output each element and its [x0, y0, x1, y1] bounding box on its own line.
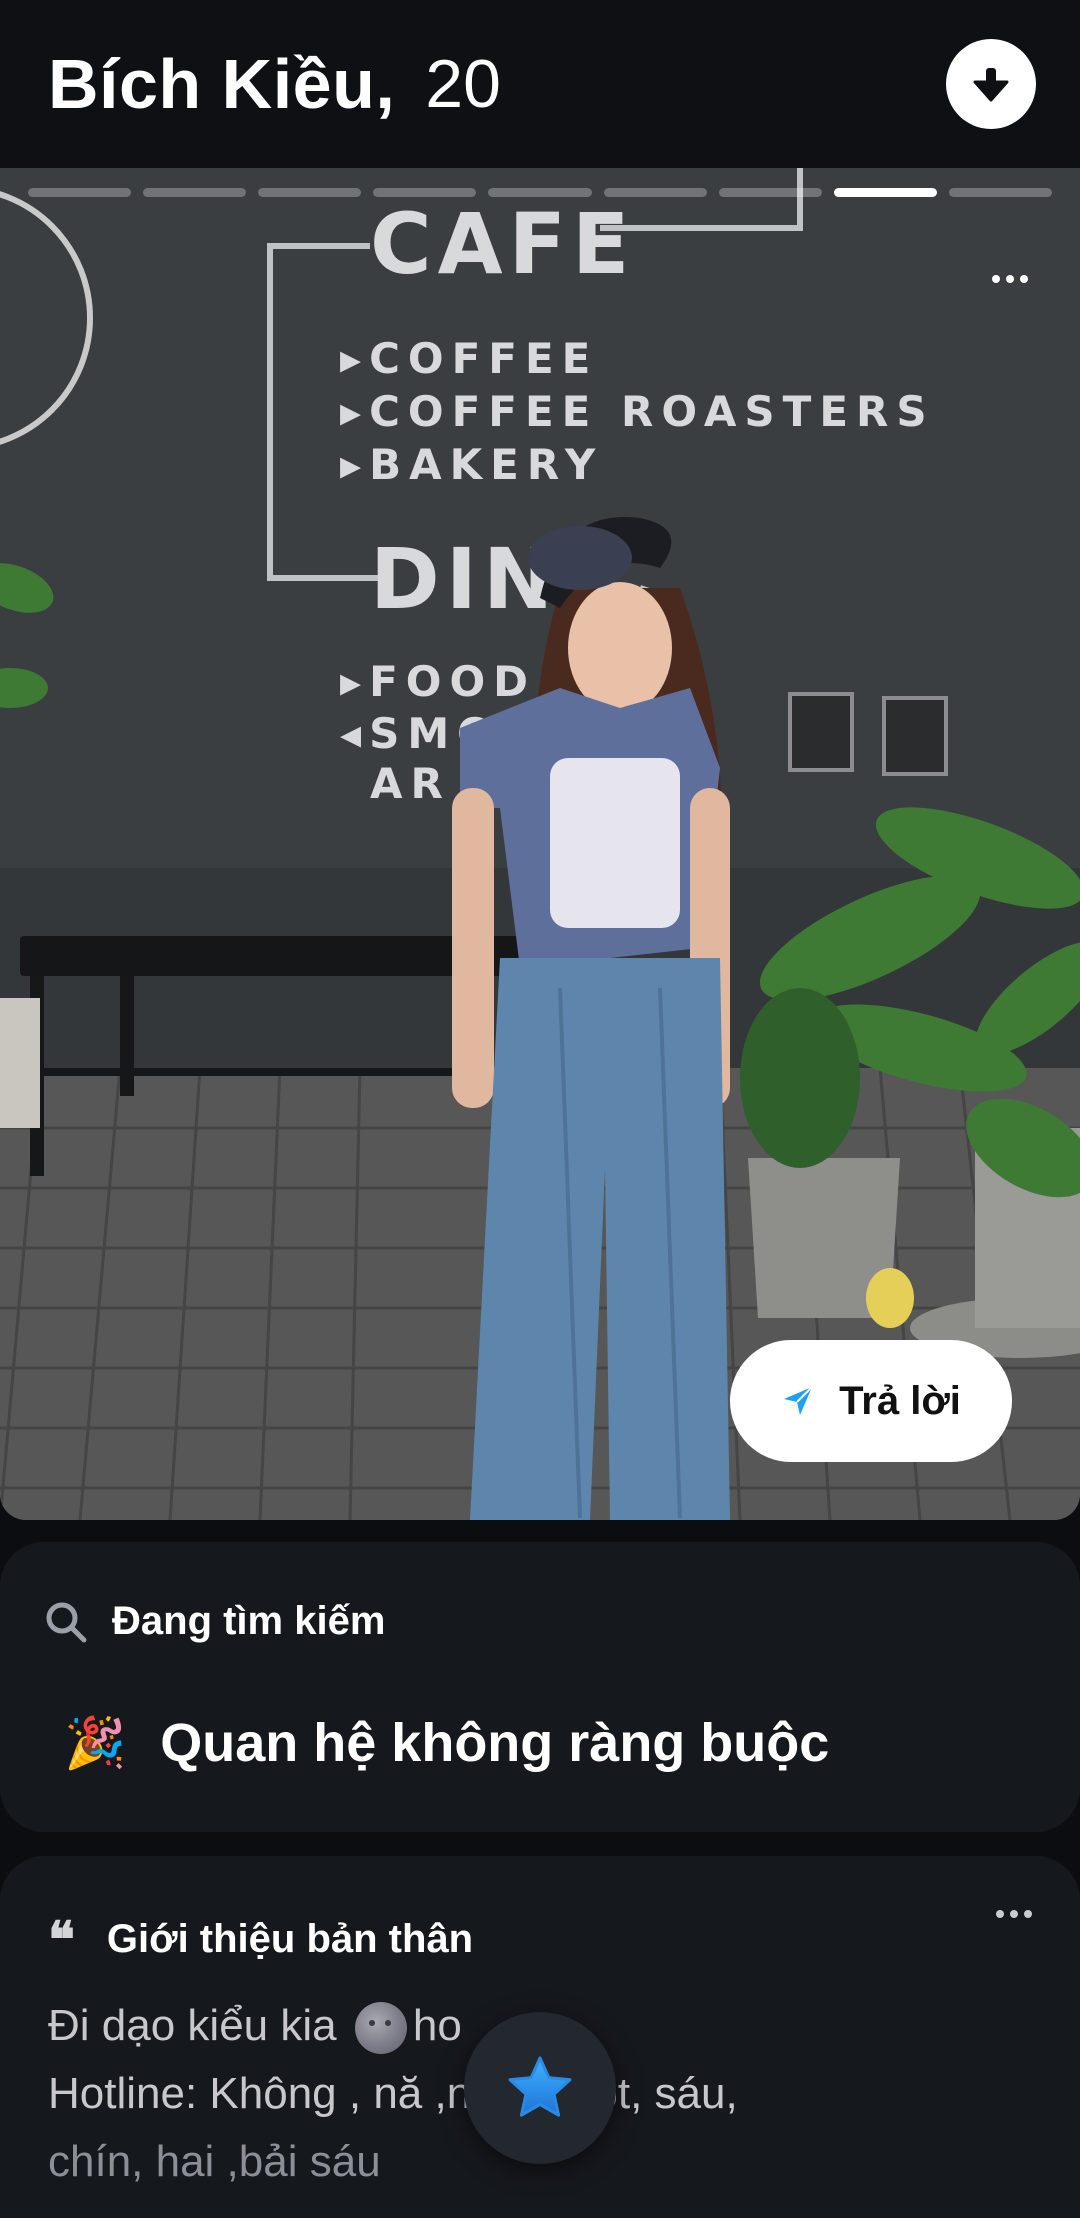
- send-icon: [784, 1386, 813, 1415]
- star-icon: [508, 2056, 572, 2117]
- looking-for-header: Đang tìm kiếm: [44, 1599, 385, 1644]
- profile-name: Bích Kiều,: [48, 45, 396, 123]
- svg-text:▸FOOD: ▸FOOD: [340, 657, 536, 706]
- collapse-profile-button[interactable]: [946, 39, 1036, 129]
- dot-icon: [992, 275, 1000, 283]
- dot-icon: [1024, 1910, 1032, 1918]
- party-popper-icon: 🎉: [64, 1713, 127, 1772]
- new-moon-face-icon: [354, 2002, 407, 2055]
- dot-icon: [1006, 275, 1014, 283]
- svg-text:▸BAKERY: ▸BAKERY: [340, 440, 603, 489]
- photo-progress-indicator: [28, 188, 1052, 198]
- svg-text:AR: AR: [370, 759, 451, 808]
- looking-for-text: Quan hệ không ràng buộc: [160, 1713, 830, 1773]
- super-like-button[interactable]: [464, 2012, 616, 2164]
- photo-more-options-button[interactable]: [980, 264, 1040, 294]
- about-more-options-button[interactable]: [984, 1902, 1044, 1926]
- svg-text:CAFE: CAFE: [370, 195, 635, 293]
- photo-progress-segment: [718, 188, 822, 197]
- looking-for-card: Đang tìm kiếm 🎉 Quan hệ không ràng buộc: [0, 1542, 1080, 1832]
- svg-text:▸COFFEE ROASTERS: ▸COFFEE ROASTERS: [340, 387, 935, 436]
- photo-scene: CAFE ▸COFFEE ▸COFFEE ROASTERS ▸BAKERY DI…: [0, 168, 1080, 1520]
- profile-photo[interactable]: CAFE ▸COFFEE ▸COFFEE ROASTERS ▸BAKERY DI…: [0, 168, 1080, 1520]
- quote-icon: ❝: [48, 1910, 75, 1969]
- search-icon: [46, 1602, 87, 1642]
- looking-for-value: 🎉 Quan hệ không ràng buộc: [64, 1712, 829, 1774]
- profile-age: 20: [425, 46, 501, 122]
- dot-icon: [1020, 275, 1028, 283]
- photo-progress-segment: [948, 188, 1052, 197]
- photo-progress-segment: [488, 188, 592, 197]
- looking-for-label: Đang tìm kiếm: [112, 1599, 386, 1643]
- arrow-down-icon: [973, 68, 1009, 102]
- reply-button[interactable]: Trả lời: [730, 1340, 1012, 1462]
- reply-button-label: Trả lời: [839, 1378, 961, 1423]
- profile-screen: Bích Kiều, 20 CAFE ▸COFFEE ▸COFFEE ROAST…: [0, 0, 1080, 2218]
- photo-progress-segment: [28, 188, 132, 197]
- photo-progress-segment: [603, 188, 707, 197]
- bio-line-text: Đi dạo kiểu kia: [48, 2001, 337, 2050]
- bio-line-text: ho: [412, 2001, 462, 2050]
- photo-progress-segment-active: [833, 188, 937, 197]
- dot-icon: [1010, 1910, 1018, 1918]
- about-me-header: ❝ Giới thiệu bản thân: [48, 1910, 473, 1969]
- dot-icon: [996, 1910, 1004, 1918]
- about-me-label: Giới thiệu bản thân: [106, 1917, 474, 1961]
- photo-progress-segment: [373, 188, 477, 197]
- photo-progress-segment: [143, 188, 247, 197]
- profile-header: Bích Kiều, 20: [0, 0, 1080, 168]
- photo-progress-segment: [258, 188, 362, 197]
- svg-text:▸COFFEE: ▸COFFEE: [340, 334, 598, 383]
